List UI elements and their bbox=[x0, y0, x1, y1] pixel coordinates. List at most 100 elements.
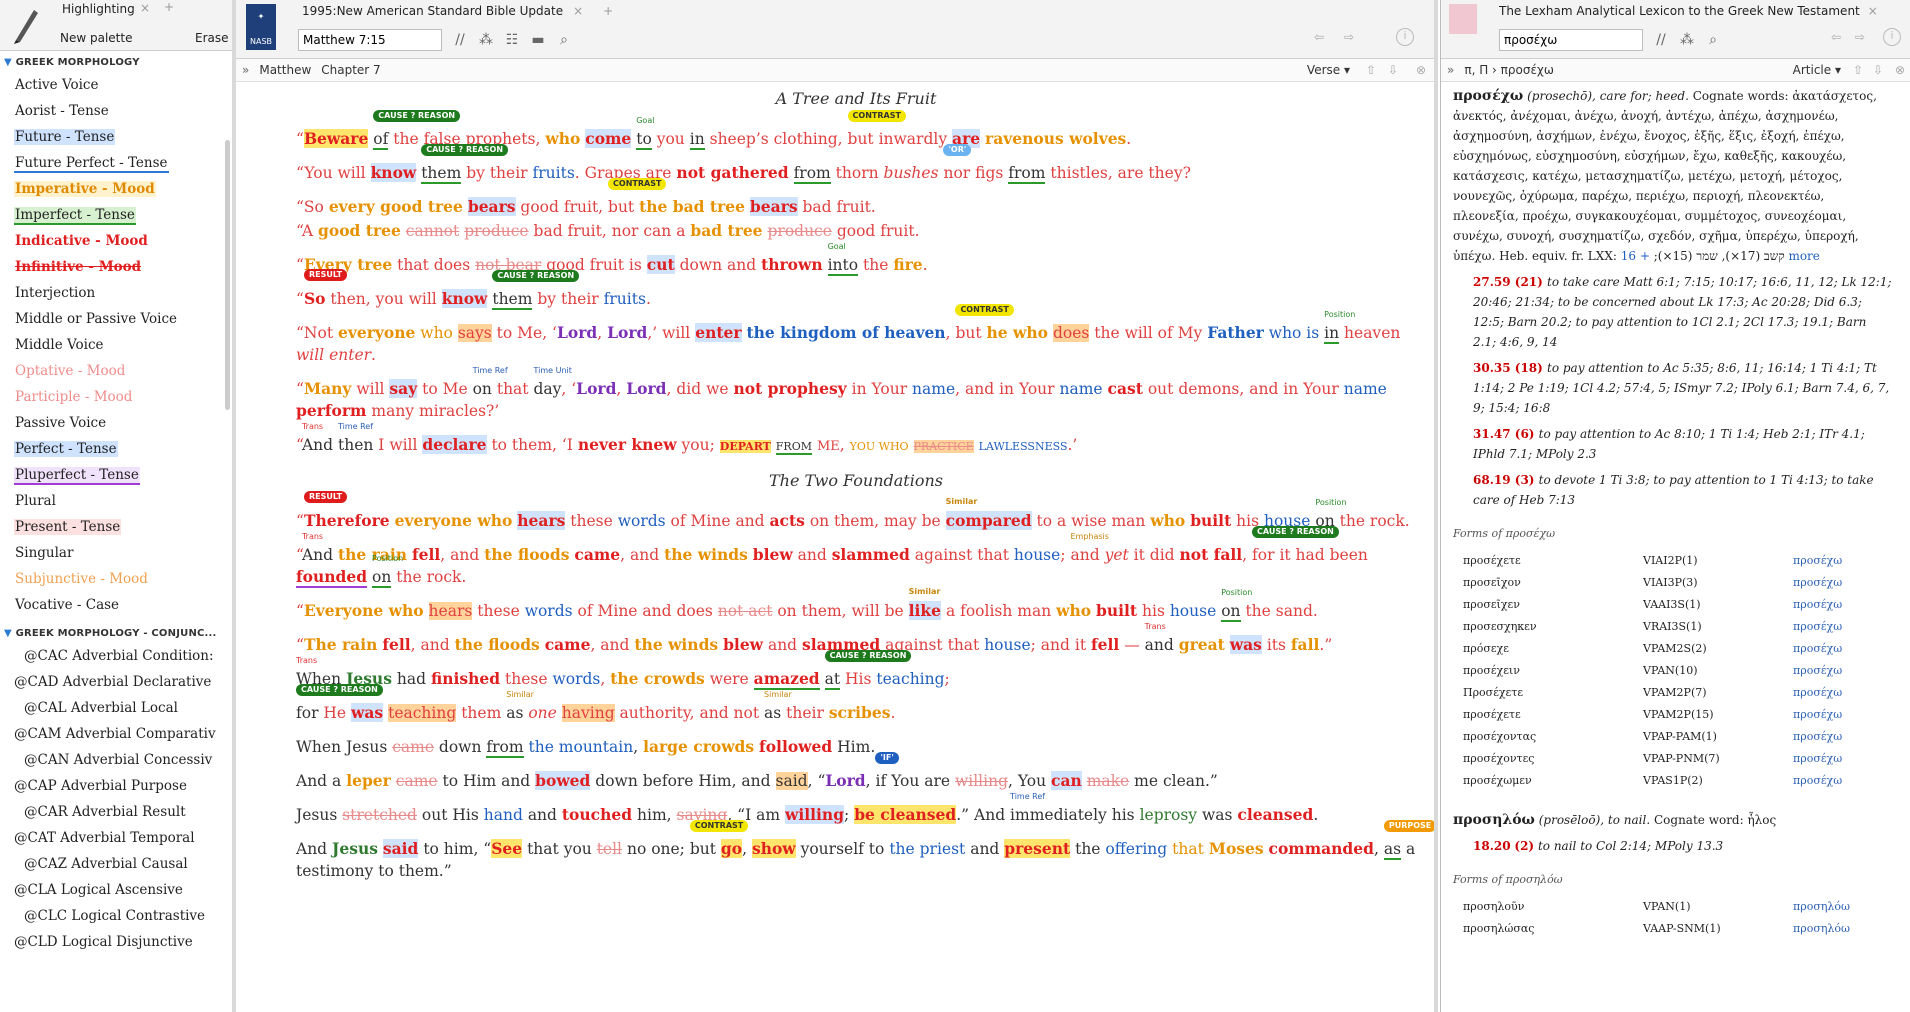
conjunction-style-item[interactable]: @CAD Adverbial Declarative bbox=[14, 669, 232, 695]
verse[interactable]: Jesus stretched out His hand and touched… bbox=[296, 792, 1416, 826]
highlight-style-item[interactable]: Optative - Mood bbox=[14, 358, 232, 384]
verse[interactable]: “Every tree that does not bear good frui… bbox=[296, 242, 1416, 276]
definition-number[interactable]: 68.19 bbox=[1473, 473, 1515, 487]
add-tab-icon[interactable]: + bbox=[603, 4, 613, 18]
highlight-style-item[interactable]: Perfect - Tense bbox=[14, 436, 232, 462]
breadcrumb[interactable]: π, Π › προσέχω bbox=[1464, 63, 1554, 77]
close-icon[interactable]: × bbox=[140, 1, 150, 15]
form-lemma-link[interactable]: προσηλόω bbox=[1793, 918, 1850, 940]
view-select[interactable]: Verse ▾ bbox=[1307, 63, 1350, 77]
conjunction-style-item[interactable]: @CLA Logical Ascensive bbox=[14, 877, 232, 903]
form-lemma-link[interactable]: προσηλόω bbox=[1793, 896, 1850, 918]
highlight-style-item[interactable]: Subjunctive - Mood bbox=[14, 566, 232, 592]
verse[interactable]: When Trans Jesus had finished these words… bbox=[296, 650, 1416, 690]
down-arrow-icon[interactable]: ⇩ bbox=[1873, 63, 1883, 77]
verse[interactable]: for CAUSE ? REASON He was teaching them a… bbox=[296, 684, 1416, 724]
form-lemma-link[interactable]: προσέχω bbox=[1793, 638, 1842, 660]
definition-number[interactable]: 27.59 bbox=[1473, 275, 1515, 289]
verse[interactable]: “Not everyone who says to Me, ‘Lord, Lor… bbox=[296, 304, 1416, 366]
definition-number[interactable]: 18.20 bbox=[1473, 839, 1511, 853]
highlight-style-item[interactable]: Plural bbox=[14, 488, 232, 514]
verse[interactable]: “Everyone who hears these words of Mine … bbox=[296, 587, 1416, 622]
section-greek-morphology[interactable]: ▼ GREEK MORPHOLOGY bbox=[0, 51, 232, 72]
view-select[interactable]: Article ▾ bbox=[1793, 63, 1841, 77]
lexicon-tab[interactable]: The Lexham Analytical Lexicon to the Gre… bbox=[1499, 0, 1899, 22]
highlight-style-item[interactable]: Participle - Mood bbox=[14, 384, 232, 410]
conjunction-style-item[interactable]: @CAP Adverbial Purpose bbox=[14, 773, 232, 799]
conjunction-style-item[interactable]: @CAT Adverbial Temporal bbox=[14, 825, 232, 851]
close-icon[interactable]: × bbox=[1868, 4, 1878, 18]
definition-number[interactable]: 30.35 bbox=[1473, 361, 1515, 375]
form-lemma-link[interactable]: προσέχω bbox=[1793, 682, 1842, 704]
chevron-right-icon[interactable]: » bbox=[242, 63, 249, 77]
conjunction-style-item[interactable]: @CLD Logical Disjunctive bbox=[14, 929, 232, 955]
highlight-style-item[interactable]: Vocative - Case bbox=[14, 592, 232, 618]
back-arrow-icon[interactable]: ⇦ bbox=[1314, 30, 1324, 44]
conjunction-style-item[interactable]: @CAL Adverbial Local bbox=[14, 695, 232, 721]
erase-button[interactable]: Erase bbox=[195, 31, 229, 45]
info-icon[interactable]: i bbox=[1883, 28, 1901, 46]
section-greek-conjunctions[interactable]: ▼ GREEK MORPHOLOGY - CONJUNC... bbox=[0, 622, 232, 643]
highlight-style-item[interactable]: Interjection bbox=[14, 280, 232, 306]
visual-filter-icon[interactable]: ⁂ bbox=[1679, 32, 1695, 48]
parallel-icon[interactable]: // bbox=[1653, 32, 1669, 48]
search-icon[interactable]: ⌕ bbox=[556, 32, 572, 48]
up-arrow-icon[interactable]: ⇧ bbox=[1366, 63, 1376, 77]
highlight-style-item[interactable]: Present - Tense bbox=[14, 514, 232, 540]
highlight-style-item[interactable]: Imperfect - Tense bbox=[14, 202, 232, 228]
verse[interactable]: When Jesus came down from the mountain, … bbox=[296, 736, 1416, 758]
highlight-style-item[interactable]: Middle Voice bbox=[14, 332, 232, 358]
highlight-style-item[interactable]: Future - Tense bbox=[14, 124, 232, 150]
highlight-style-item[interactable]: Pluperfect - Tense bbox=[14, 462, 232, 488]
new-palette-button[interactable]: New palette bbox=[60, 31, 132, 45]
form-lemma-link[interactable]: προσέχω bbox=[1793, 748, 1842, 770]
verse[interactable]: “So every good tree bears good fruit, bu… bbox=[296, 178, 1416, 218]
scrollbar[interactable] bbox=[225, 140, 230, 410]
forward-arrow-icon[interactable]: ⇨ bbox=[1344, 30, 1354, 44]
chevron-right-icon[interactable]: » bbox=[1447, 63, 1454, 77]
bible-tab[interactable]: 1995:New American Standard Bible Update ×… bbox=[302, 0, 613, 22]
close-circle-icon[interactable]: ⊗ bbox=[1895, 63, 1905, 77]
conjunction-style-item[interactable]: @CLC Logical Contrastive bbox=[14, 903, 232, 929]
form-lemma-link[interactable]: προσέχω bbox=[1793, 594, 1842, 616]
form-lemma-link[interactable]: προσέχω bbox=[1793, 572, 1842, 594]
highlight-style-item[interactable]: Active Voice bbox=[14, 72, 232, 98]
highlight-style-item[interactable]: Indicative - Mood bbox=[14, 228, 232, 254]
display-icon[interactable]: ▬ bbox=[530, 32, 546, 48]
conjunction-style-item[interactable]: @CAM Adverbial Comparativ bbox=[14, 721, 232, 747]
parallel-icon[interactable]: // bbox=[452, 32, 468, 48]
highlight-style-item[interactable]: Singular bbox=[14, 540, 232, 566]
highlighting-tab[interactable]: Highlighting bbox=[62, 2, 135, 16]
lexicon-search-input[interactable] bbox=[1499, 29, 1643, 51]
layout-icon[interactable]: ☷ bbox=[504, 32, 520, 48]
splitter[interactable] bbox=[1434, 0, 1438, 1012]
add-tab-icon[interactable]: + bbox=[164, 0, 174, 14]
conjunction-style-item[interactable]: @CAZ Adverbial Causal bbox=[14, 851, 232, 877]
highlight-style-item[interactable]: Aorist - Tense bbox=[14, 98, 232, 124]
highlight-style-item[interactable]: Passive Voice bbox=[14, 410, 232, 436]
verse[interactable]: “Therefore RESULT everyone who hears thes… bbox=[296, 491, 1416, 532]
visual-filter-icon[interactable]: ⁂ bbox=[478, 32, 494, 48]
form-lemma-link[interactable]: προσέχω bbox=[1793, 660, 1842, 682]
verse[interactable]: “And Trans the rain fell, and the floods … bbox=[296, 526, 1416, 588]
up-arrow-icon[interactable]: ⇧ bbox=[1853, 63, 1863, 77]
verse[interactable]: “Many will say to Me on Time Ref that day… bbox=[296, 366, 1416, 422]
form-lemma-link[interactable]: προσέχω bbox=[1793, 616, 1842, 638]
info-icon[interactable]: i bbox=[1396, 28, 1414, 46]
form-lemma-link[interactable]: προσέχω bbox=[1793, 550, 1842, 572]
form-lemma-link[interactable]: προσέχω bbox=[1793, 704, 1842, 726]
close-icon[interactable]: × bbox=[573, 4, 583, 18]
form-lemma-link[interactable]: προσέχω bbox=[1793, 770, 1842, 792]
verse[interactable]: And Jesus said to him, “See that you tel… bbox=[296, 820, 1434, 882]
highlight-style-item[interactable]: Imperative - Mood bbox=[14, 176, 232, 202]
close-circle-icon[interactable]: ⊗ bbox=[1416, 63, 1426, 77]
verse[interactable]: “You will know them CAUSE ? REASON by the… bbox=[296, 144, 1416, 184]
highlight-style-item[interactable]: Infinitive - Mood bbox=[14, 254, 232, 280]
conjunction-style-item[interactable]: @CAC Adverbial Condition: bbox=[14, 643, 232, 669]
verse[interactable]: “A good tree cannot produce bad fruit, n… bbox=[296, 220, 1416, 242]
conjunction-style-item[interactable]: @CAN Adverbial Concessiv bbox=[14, 747, 232, 773]
highlight-style-item[interactable]: Middle or Passive Voice bbox=[14, 306, 232, 332]
definition-number[interactable]: 31.47 bbox=[1473, 427, 1515, 441]
highlight-style-item[interactable]: Future Perfect - Tense bbox=[14, 150, 232, 176]
verse[interactable]: “So RESULT then, you will know them CAUSE … bbox=[296, 269, 1416, 310]
